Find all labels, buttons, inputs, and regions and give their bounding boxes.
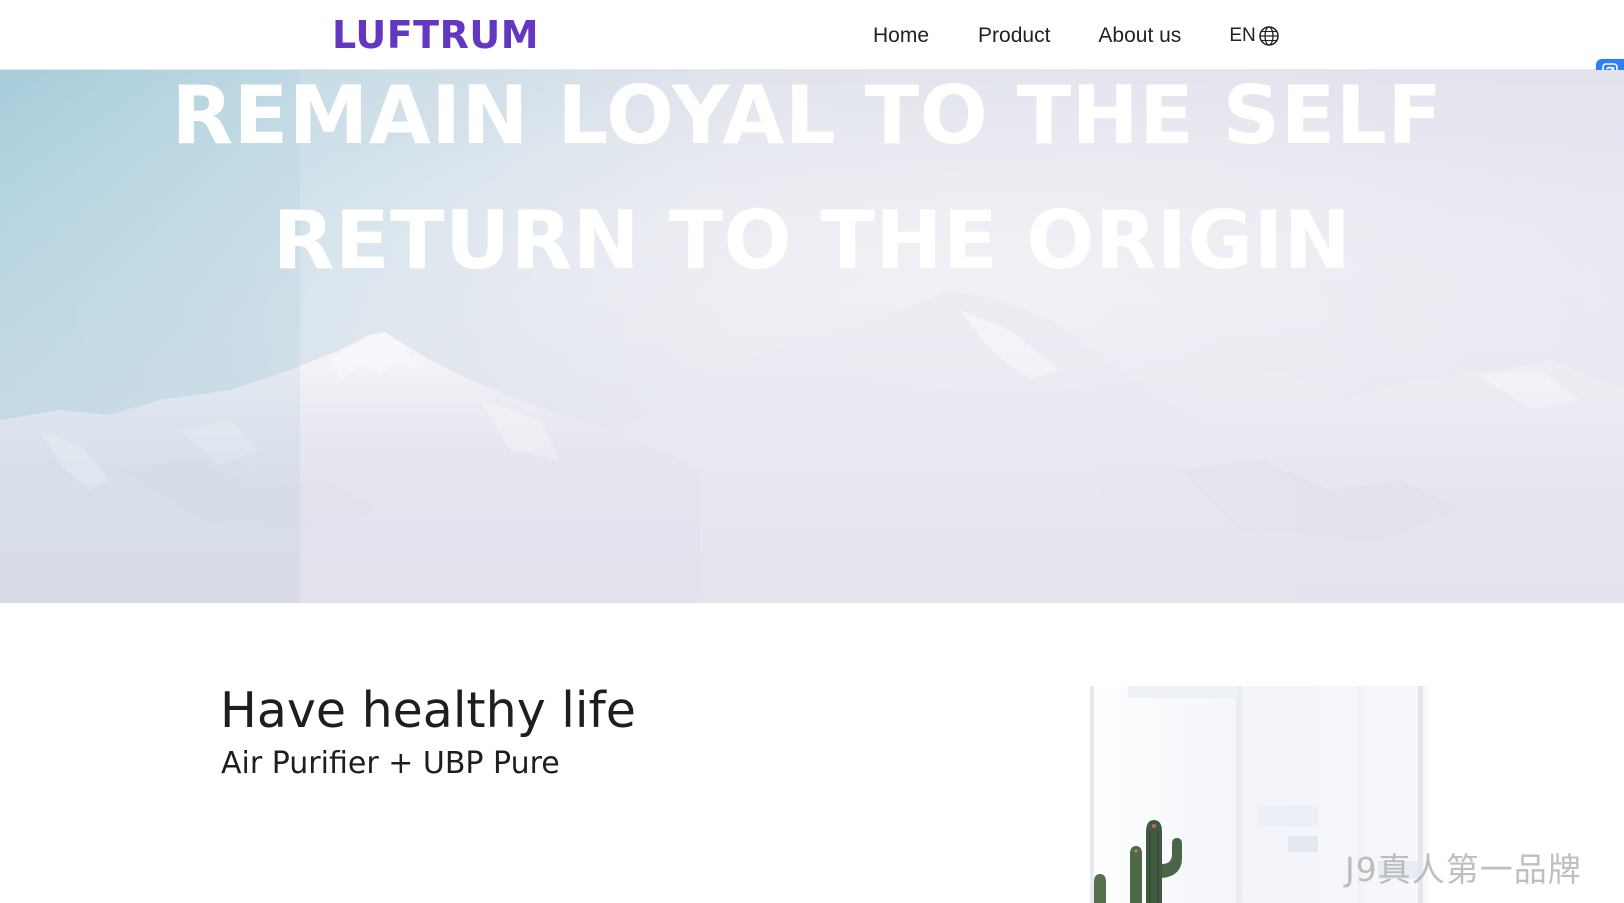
watermark: J9真人第一品牌 <box>1345 850 1582 889</box>
hero-headline-line1: REMAIN LOYAL TO THE SELF <box>171 70 1443 162</box>
page: LUFTRUM Home Product About us EN REMAIN … <box>0 0 1624 903</box>
nav-product-link[interactable]: Product <box>978 21 1050 51</box>
globe-icon <box>1258 25 1280 47</box>
intro-subtitle: Air Purifier + UBP Pure <box>221 746 560 781</box>
nav-about-link[interactable]: About us <box>1098 21 1181 51</box>
main-nav: Home Product About us EN <box>873 20 1280 52</box>
intro-title: Have healthy life <box>220 682 636 739</box>
site-header: LUFTRUM Home Product About us EN <box>0 0 1624 70</box>
nav-home-link[interactable]: Home <box>873 21 929 51</box>
language-label: EN <box>1229 25 1256 46</box>
brand-logo[interactable]: LUFTRUM <box>332 12 539 58</box>
hero-headline-line2: RETURN TO THE ORIGIN <box>272 194 1352 287</box>
language-switcher[interactable]: EN <box>1229 21 1279 51</box>
hero-banner: REMAIN LOYAL TO THE SELF RETURN TO THE O… <box>0 70 1624 603</box>
